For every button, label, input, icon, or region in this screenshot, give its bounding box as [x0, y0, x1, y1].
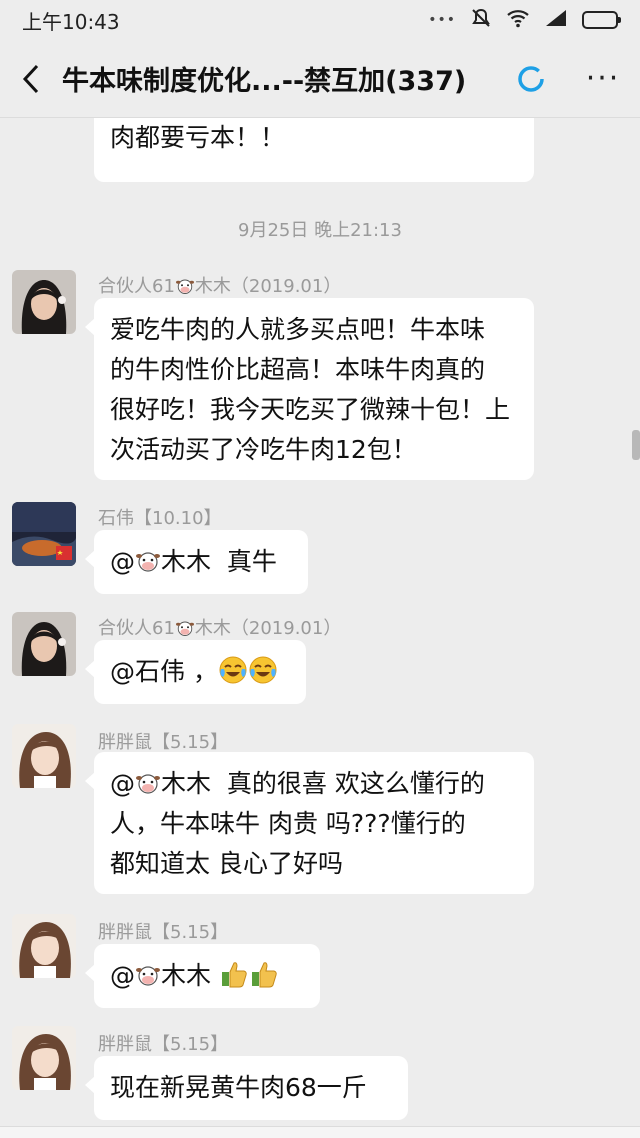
sender-name: 合伙人61 木木（2019.01） [98, 276, 342, 297]
message-bubble[interactable]: @ 木木 [85, 944, 320, 1008]
thumbs-up-emoji-icon [221, 962, 247, 988]
scrollbar-thumb[interactable] [632, 430, 640, 460]
message-line: 爱吃牛肉的人就多买点吧！牛本味 [110, 315, 486, 344]
avatar[interactable] [12, 612, 76, 676]
more-dots-icon: ··· [585, 61, 621, 96]
message-line: 很好吃！我今天吃买了微辣十包！上 [110, 395, 511, 424]
message-bubble[interactable]: @ 木木 真的很喜 欢这么懂行的 人，牛本味牛 肉贵 吗???懂行的 都知道太 良… [85, 752, 534, 894]
chat-title: 牛本味制度优化...--禁互加(337) [62, 66, 467, 97]
more-button[interactable]: ··· [566, 61, 640, 96]
tears-of-joy-emoji-icon [219, 656, 247, 684]
chat-header: 牛本味制度优化...--禁互加(337) ··· [0, 40, 640, 118]
mute-icon [470, 7, 492, 34]
sender-name: 胖胖鼠【5.15】 [98, 922, 229, 943]
battery-icon [582, 11, 621, 29]
dots-icon: ••• [428, 12, 456, 28]
status-bar: 上午10:43 ••• [0, 0, 640, 40]
message-bubble[interactable]: @石伟 ， [85, 640, 306, 704]
timestamp: 9月25日 晚上21:13 [238, 220, 402, 241]
signal-icon [544, 8, 568, 33]
message-line: 的牛肉性价比超高！本味牛肉真的 [110, 355, 486, 384]
message-line: 人，牛本味牛 肉贵 吗???懂行的 [110, 809, 466, 838]
cow-emoji-icon [136, 774, 160, 794]
message-line: 木木 真的很喜 欢这么懂行的 [161, 769, 485, 798]
status-time: 上午10:43 [22, 9, 120, 34]
avatar[interactable] [12, 502, 76, 566]
sender-name: 胖胖鼠【5.15】 [98, 1034, 229, 1055]
sync-ring-icon [496, 64, 566, 94]
message-bubble[interactable]: 肉都要亏本！！ [94, 118, 534, 182]
avatar[interactable] [12, 270, 76, 334]
cow-emoji-icon [136, 966, 160, 986]
sender-name: 石伟【10.10】 [98, 508, 222, 529]
chat-message-list[interactable]: 肉都要亏本！！ 9月25日 晚上21:13 合伙人61 木木（2019.01） 爱… [0, 118, 640, 1128]
message-text: @石伟 ， [110, 657, 218, 686]
back-button[interactable] [0, 40, 62, 118]
wifi-icon [506, 8, 530, 33]
thumbs-up-emoji-icon [251, 962, 277, 988]
sender-name: 胖胖鼠【5.15】 [98, 732, 229, 753]
avatar[interactable] [12, 914, 76, 978]
message-text: 木木 真牛 [161, 547, 277, 576]
tears-of-joy-emoji-icon [249, 656, 277, 684]
message-text: 木木 [161, 961, 219, 990]
status-icons: ••• [428, 7, 621, 34]
message-text: 现在新晃黄牛肉68一斤 [110, 1073, 367, 1102]
message-line: 都知道太 良心了好吗 [110, 849, 343, 878]
message-bubble[interactable]: @ 木木 真牛 [85, 530, 308, 594]
message-bubble[interactable]: 现在新晃黄牛肉68一斤 [85, 1056, 408, 1120]
chevron-left-icon [22, 64, 39, 93]
input-bar-edge [0, 1126, 640, 1138]
avatar[interactable] [12, 1026, 76, 1090]
message-bubble[interactable]: 爱吃牛肉的人就多买点吧！牛本味 的牛肉性价比超高！本味牛肉真的 很好吃！我今天吃… [85, 298, 534, 480]
avatar[interactable] [12, 724, 76, 788]
sender-name: 合伙人61 木木（2019.01） [98, 618, 342, 639]
message-line: 次活动买了冷吃牛肉12包！ [110, 435, 417, 464]
cow-emoji-icon [175, 621, 194, 636]
cow-emoji-icon [136, 552, 160, 572]
message-text: 肉都要亏本！！ [110, 123, 286, 152]
cow-emoji-icon [175, 279, 194, 294]
